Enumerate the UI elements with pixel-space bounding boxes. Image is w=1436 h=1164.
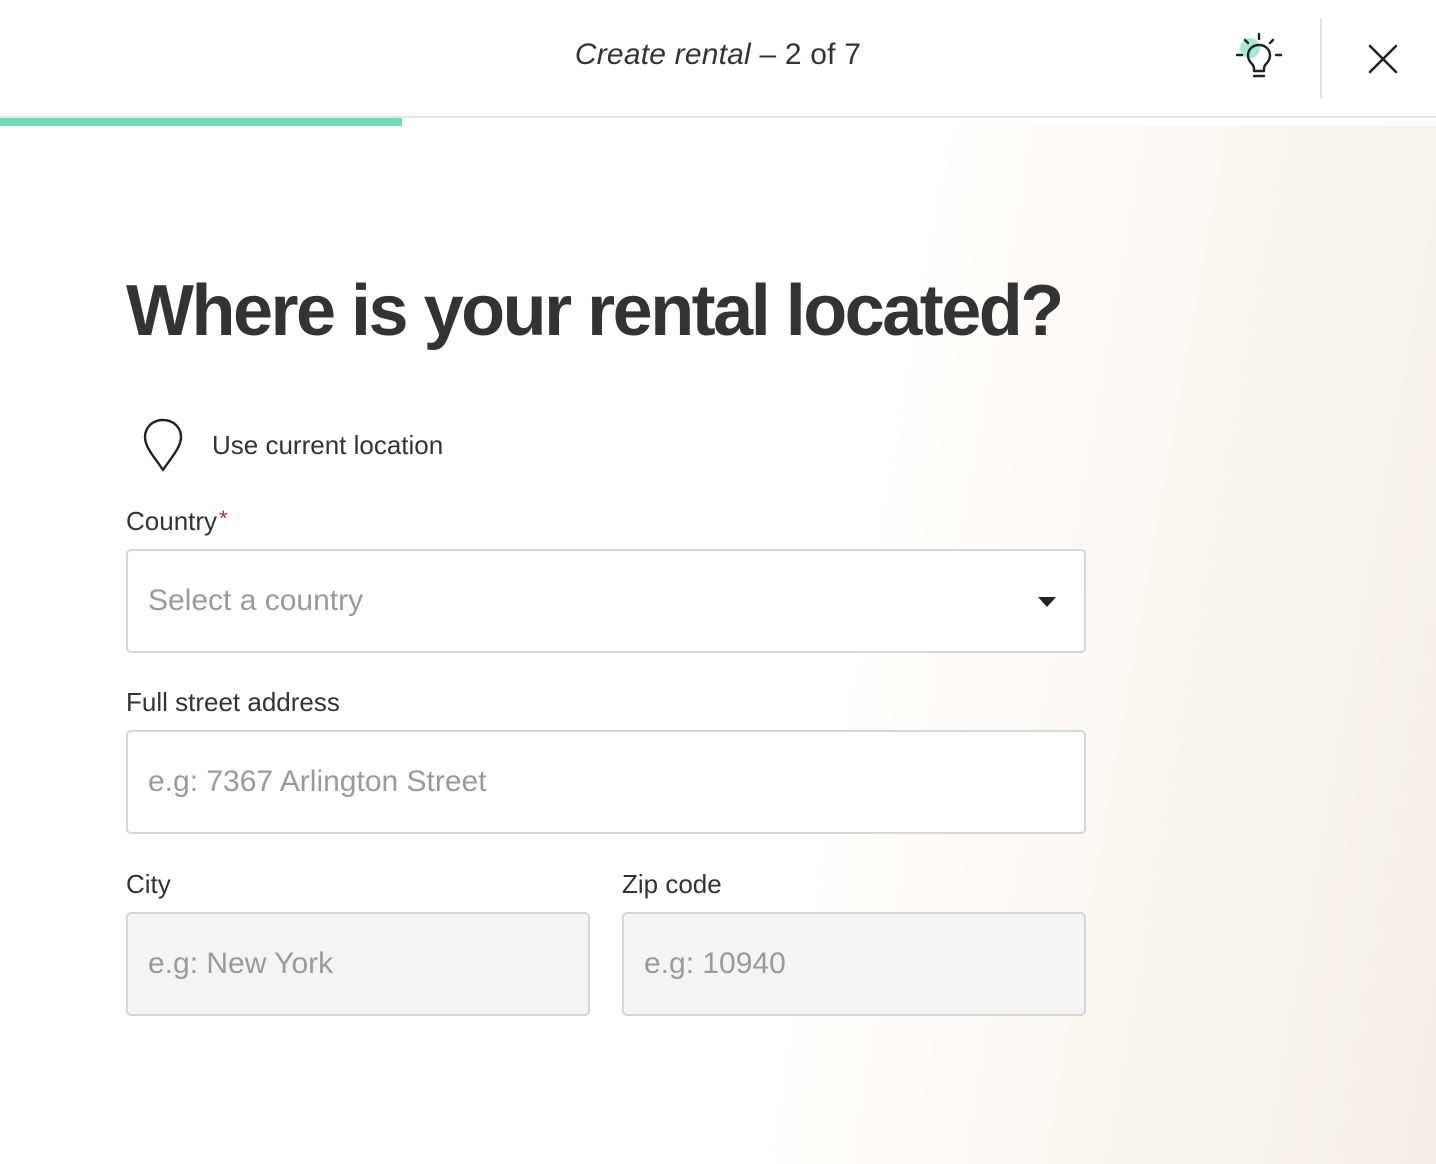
zip-code-label: Zip code (622, 869, 722, 899)
tips-button[interactable] (1226, 28, 1292, 90)
create-rental-modal: Create rental – 2 of 7 Where is your ren… (0, 0, 1436, 1164)
step-indicator: – 2 of 7 (750, 38, 862, 71)
country-select[interactable]: Select a country (126, 549, 1086, 653)
zip-code-field (622, 912, 1086, 1016)
zip-code-input[interactable] (644, 947, 1084, 981)
form-panel: Where is your rental located? Use curren… (0, 126, 1436, 1164)
close-button[interactable] (1356, 32, 1410, 86)
modal-title-text: Create rental (574, 38, 751, 71)
map-pin-icon (143, 418, 183, 472)
use-current-location-button[interactable]: Use current location (140, 416, 443, 474)
country-select-placeholder: Select a country (148, 584, 364, 617)
street-address-input[interactable] (148, 765, 1084, 799)
city-input[interactable] (148, 947, 588, 981)
modal-title: Create rental – 2 of 7 (0, 38, 1436, 72)
chevron-down-icon (1038, 597, 1056, 607)
close-icon (1368, 44, 1398, 74)
street-address-field (126, 730, 1086, 834)
header-divider (1320, 18, 1322, 98)
street-address-label: Full street address (126, 687, 340, 717)
progress-bar (0, 118, 1436, 126)
progress-bar-fill (0, 118, 403, 126)
modal-header: Create rental – 2 of 7 (0, 0, 1436, 118)
lightbulb-icon (1235, 32, 1283, 78)
page-heading: Where is your rental located? (126, 271, 1064, 351)
required-marker: * (219, 506, 228, 531)
city-field (126, 912, 590, 1016)
country-label-text: Country (126, 506, 218, 536)
use-current-location-label: Use current location (212, 429, 444, 460)
city-label: City (126, 869, 171, 899)
country-label: Country* (126, 506, 228, 537)
